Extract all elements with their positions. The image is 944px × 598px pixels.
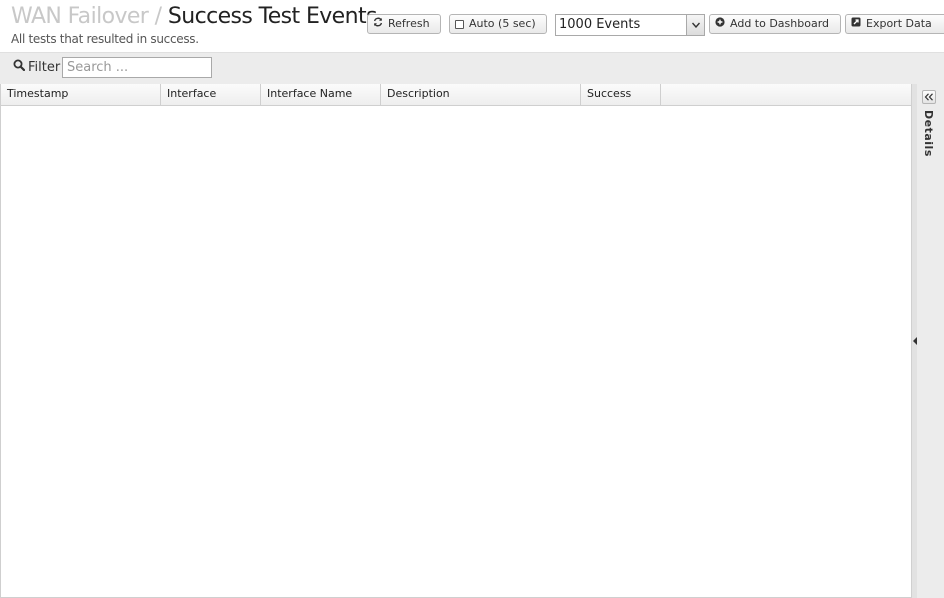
export-data-label: Export Data	[866, 17, 932, 30]
search-input[interactable]	[62, 57, 212, 78]
column-header-description[interactable]: Description	[381, 84, 581, 105]
filter-label: Filter	[13, 59, 60, 75]
page: WAN Failover / Success Test Events All t…	[0, 0, 944, 598]
column-header-success[interactable]: Success	[581, 84, 661, 105]
filter-bar: Filter	[0, 52, 944, 84]
column-header-timestamp[interactable]: Timestamp	[1, 84, 161, 105]
refresh-button[interactable]: Refresh	[367, 14, 441, 34]
add-to-dashboard-label: Add to Dashboard	[730, 17, 830, 30]
page-title: WAN Failover / Success Test Events	[11, 3, 377, 31]
refresh-button-label: Refresh	[388, 17, 430, 30]
filter-label-text: Filter	[28, 59, 61, 75]
breadcrumb-wan-failover[interactable]: WAN Failover	[11, 4, 149, 29]
auto-refresh-checkbox[interactable]	[455, 19, 464, 29]
external-link-icon	[851, 15, 861, 33]
add-to-dashboard-button[interactable]: Add to Dashboard	[709, 14, 841, 34]
export-data-button[interactable]: Export Data	[845, 14, 944, 34]
details-expand-button[interactable]	[922, 90, 936, 104]
page-title-text: Success Test Events	[167, 4, 378, 29]
page-subtitle: All tests that resulted in success.	[11, 32, 199, 46]
column-header-interface-name[interactable]: Interface Name	[261, 84, 381, 105]
events-count-select[interactable]: 1000 Events	[555, 14, 705, 36]
double-chevron-left-icon	[924, 93, 933, 101]
grid-header: Timestamp Interface Interface Name Descr…	[1, 84, 912, 106]
events-grid: Timestamp Interface Interface Name Descr…	[0, 84, 912, 598]
search-icon	[13, 59, 26, 75]
auto-refresh-toggle[interactable]: Auto (5 sec)	[449, 14, 547, 34]
plus-circle-icon	[715, 15, 725, 33]
breadcrumb-separator: /	[154, 4, 162, 29]
caret-left-icon	[912, 337, 917, 345]
page-header: WAN Failover / Success Test Events All t…	[0, 0, 944, 52]
details-panel: Details	[917, 84, 944, 598]
refresh-icon	[373, 15, 383, 33]
details-label[interactable]: Details	[922, 110, 935, 157]
column-header-interface[interactable]: Interface	[161, 84, 261, 105]
events-count-value: 1000 Events	[559, 17, 641, 32]
chevron-down-icon[interactable]	[686, 15, 704, 35]
auto-refresh-label: Auto (5 sec)	[469, 17, 536, 30]
